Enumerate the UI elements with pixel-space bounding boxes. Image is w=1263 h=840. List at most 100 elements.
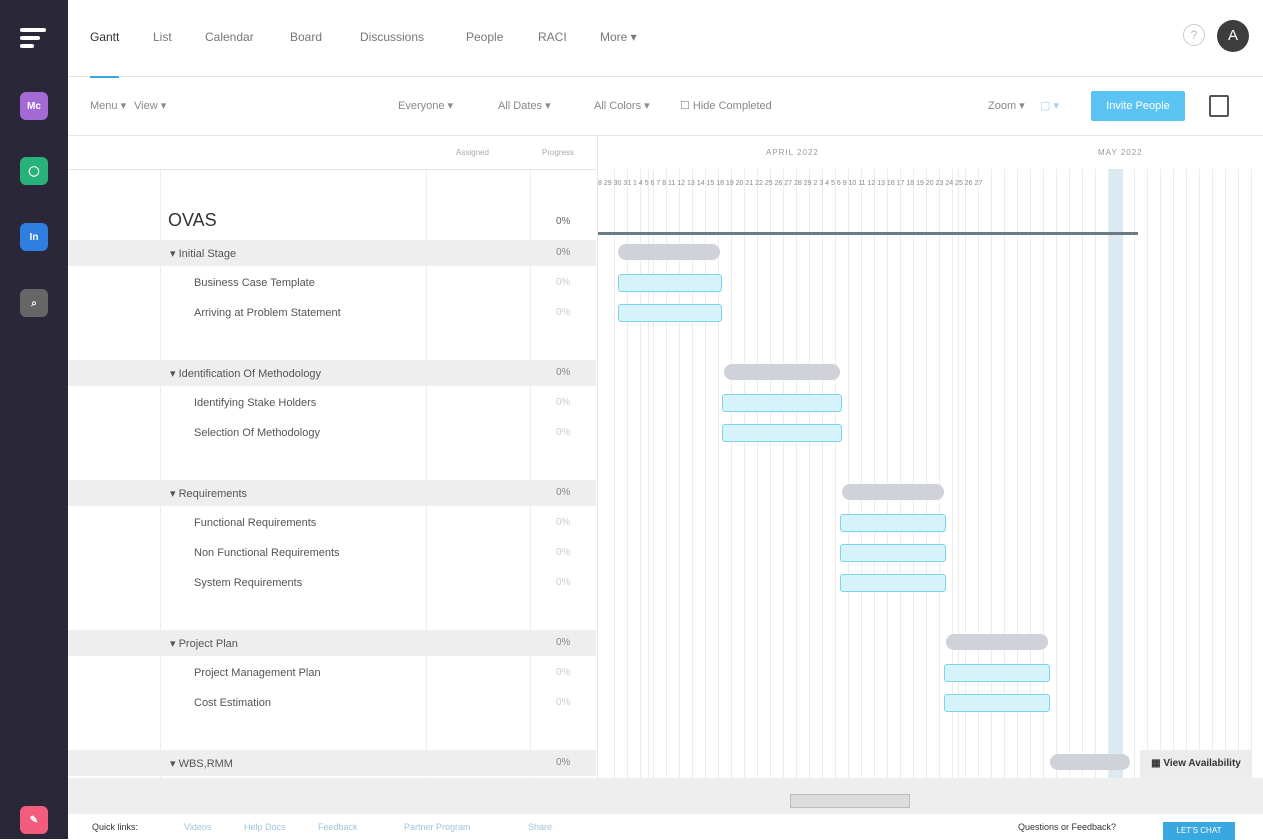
task-group-row[interactable]: ▾ Identification Of Methodology 0% [68, 360, 596, 386]
day-gridline [731, 169, 732, 778]
rocket-icon[interactable]: ✎ [20, 806, 48, 834]
grid-header: Assigned Progress [68, 136, 596, 170]
tab-discussions[interactable]: Discussions [360, 30, 424, 44]
group-bar[interactable] [1050, 754, 1130, 770]
task-row[interactable]: Selection Of Methodology 0% [68, 420, 596, 446]
hide-completed-checkbox[interactable]: ☐ Hide Completed [680, 99, 772, 112]
day-gridline [874, 169, 875, 778]
task-name: ▾ Initial Stage [170, 248, 237, 260]
zoom-dropdown[interactable]: Zoom ▾ [988, 99, 1025, 112]
project-title[interactable]: OVAS [168, 210, 217, 231]
footer-link-help-docs[interactable]: Help Docs [244, 822, 286, 832]
group-bar[interactable] [724, 364, 840, 380]
group-bar[interactable] [842, 484, 944, 500]
task-bar[interactable] [840, 514, 946, 532]
group-bar[interactable] [946, 634, 1048, 650]
footer: Quick links: Videos Help Docs Feedback P… [68, 814, 1263, 840]
assigned-column-header[interactable]: Assigned [456, 148, 489, 157]
task-progress: 0% [556, 247, 571, 258]
task-group-row[interactable]: ▾ Initial Stage 0% [68, 240, 596, 266]
menu-dropdown[interactable]: Menu ▾ [90, 99, 126, 112]
day-gridline [1186, 169, 1187, 778]
task-progress: 0% [556, 637, 571, 648]
scroll-thumb[interactable] [790, 794, 910, 808]
day-gridline [1160, 169, 1161, 778]
task-progress: 0% [556, 367, 571, 378]
task-bar[interactable] [722, 424, 842, 442]
task-bar[interactable] [840, 574, 946, 592]
day-gridline [1069, 169, 1070, 778]
task-grid: OVAS 0% ▾ Initial Stage 0% Business Case T… [68, 170, 596, 778]
view-dropdown[interactable]: View ▾ [134, 99, 166, 112]
task-name: Non Functional Requirements [194, 547, 340, 559]
progress-column-header[interactable]: Progress [542, 148, 574, 157]
tab-gantt[interactable]: Gantt [90, 30, 120, 78]
task-bar[interactable] [944, 664, 1050, 682]
day-gridline [757, 169, 758, 778]
task-bar[interactable] [618, 304, 722, 322]
day-gridline [770, 169, 771, 778]
footer-link-videos[interactable]: Videos [184, 822, 211, 832]
day-gridline [1238, 169, 1239, 778]
in-app-icon[interactable]: In [20, 223, 48, 251]
horizontal-scrollbar[interactable] [68, 778, 1263, 814]
view-availability-button[interactable]: ▦ View Availability [1140, 750, 1252, 778]
month-label: MAY 2022 [1098, 148, 1143, 157]
tab-people[interactable]: People [466, 30, 503, 44]
task-group-row[interactable]: ▾ Project Plan 0% [68, 630, 596, 656]
copy-icon[interactable] [1209, 95, 1229, 117]
day-gridline [848, 169, 849, 778]
everyone-filter[interactable]: Everyone ▾ [398, 99, 453, 112]
invite-people-button[interactable]: Invite People [1091, 91, 1185, 121]
day-gridline [991, 169, 992, 778]
day-gridline [614, 169, 615, 778]
tab-list[interactable]: List [153, 30, 172, 44]
task-row[interactable]: Arriving at Problem Statement 0% [68, 300, 596, 326]
day-gridline [1017, 169, 1018, 778]
task-bar[interactable] [944, 694, 1050, 712]
help-icon[interactable]: ? [1183, 24, 1205, 46]
task-row[interactable]: Identifying Stake Holders 0% [68, 390, 596, 416]
logo-icon[interactable] [20, 28, 46, 50]
avatar[interactable]: A [1217, 20, 1249, 52]
task-group-row[interactable]: ▾ WBS,RMM 0% [68, 750, 596, 776]
lets-chat-button[interactable]: LET'S CHAT [1163, 822, 1235, 840]
task-bar[interactable] [618, 274, 722, 292]
task-bar[interactable] [722, 394, 842, 412]
tab-more[interactable]: More ▾ [600, 30, 637, 44]
task-row[interactable]: System Requirements 0% [68, 570, 596, 596]
dates-filter[interactable]: All Dates ▾ [498, 99, 551, 112]
footer-link-share[interactable]: Share [528, 822, 552, 832]
task-progress: 0% [556, 577, 571, 588]
footer-link-feedback[interactable]: Feedback [318, 822, 358, 832]
top-nav: Gantt List Calendar Board Discussions Pe… [68, 0, 1263, 78]
task-row[interactable]: Non Functional Requirements 0% [68, 540, 596, 566]
task-name: Identifying Stake Holders [194, 397, 317, 409]
group-bar[interactable] [618, 244, 720, 260]
task-row[interactable]: Functional Requirements 0% [68, 510, 596, 536]
day-gridline [1134, 169, 1135, 778]
task-name: System Requirements [194, 577, 303, 589]
chat-app-icon[interactable]: ◯ [20, 157, 48, 185]
tab-raci[interactable]: RACI [538, 30, 567, 44]
day-gridline [1030, 169, 1031, 778]
footer-link-partner-program[interactable]: Partner Program [404, 822, 471, 832]
task-row[interactable]: Business Case Template 0% [68, 270, 596, 296]
task-row[interactable]: Project Management Plan 0% [68, 660, 596, 686]
day-gridline [939, 169, 940, 778]
day-gridline [1095, 169, 1096, 778]
task-progress: 0% [556, 547, 571, 558]
task-bar[interactable] [840, 544, 946, 562]
project-progress: 0% [556, 216, 571, 227]
task-progress: 0% [556, 667, 571, 678]
task-row[interactable]: Cost Estimation 0% [68, 690, 596, 716]
calendar-icon[interactable]: ▢ ▾ [1040, 99, 1059, 112]
day-gridline [978, 169, 979, 778]
mc-app-icon[interactable]: Mc [20, 92, 48, 120]
task-group-row[interactable]: ▾ Requirements 0% [68, 480, 596, 506]
tab-calendar[interactable]: Calendar [205, 30, 254, 44]
tab-board[interactable]: Board [290, 30, 322, 44]
colors-filter[interactable]: All Colors ▾ [594, 99, 650, 112]
search-app-icon[interactable]: ⌕ [20, 289, 48, 317]
today-marker [1109, 169, 1123, 778]
